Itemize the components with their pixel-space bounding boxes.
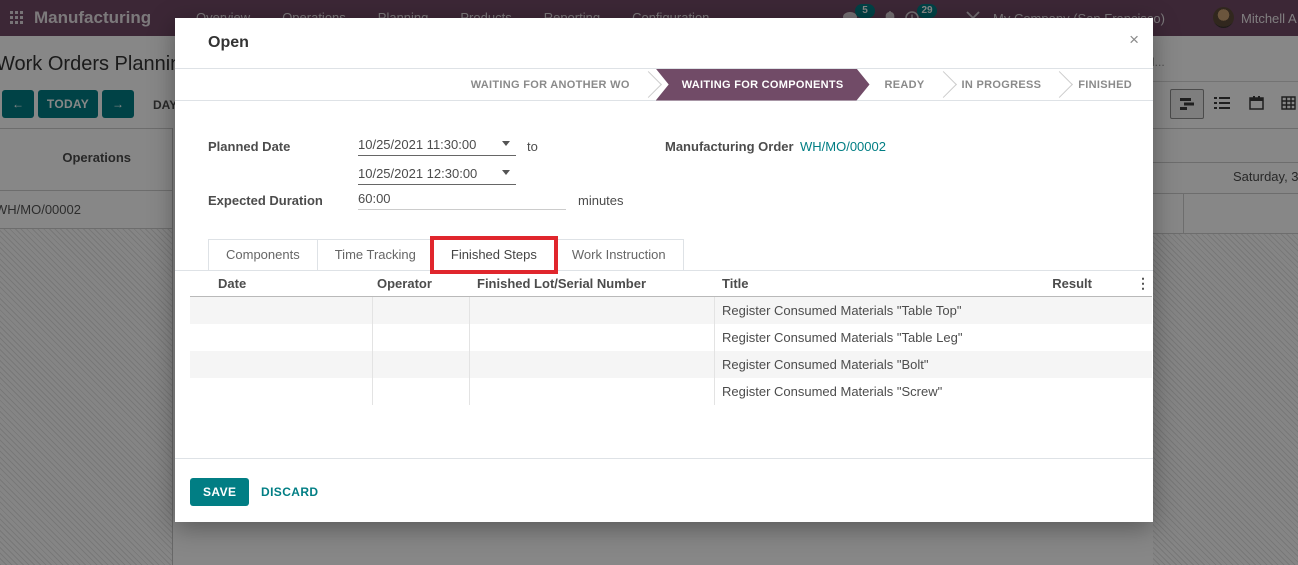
chevron-right-icon: [635, 71, 662, 98]
caret-down-icon[interactable]: [502, 141, 510, 146]
table-row[interactable]: Register Consumed Materials "Screw": [190, 378, 1152, 405]
table-row[interactable]: Register Consumed Materials "Table Top": [190, 297, 1152, 324]
expected-duration-label: Expected Duration: [208, 193, 323, 208]
to-label: to: [527, 139, 538, 154]
cell-lot[interactable]: [470, 297, 715, 324]
statusbar: WAITING FOR ANOTHER WO WAITING FOR COMPO…: [175, 69, 1153, 101]
expected-duration-input[interactable]: 60:00: [358, 191, 566, 210]
header-result[interactable]: Result: [1045, 276, 1102, 291]
cell-operator[interactable]: [373, 297, 470, 324]
cell-date[interactable]: [190, 297, 373, 324]
stage-in-progress[interactable]: IN PROGRESS: [962, 79, 1042, 91]
tab-time-tracking[interactable]: Time Tracking: [317, 239, 434, 271]
cell-date[interactable]: [190, 324, 373, 351]
header-title[interactable]: Title: [715, 276, 1045, 291]
caret-down-icon[interactable]: [502, 170, 510, 175]
planned-date-label: Planned Date: [208, 139, 290, 154]
chevron-right-icon: [930, 71, 957, 98]
optional-columns-icon[interactable]: ⋮: [1136, 275, 1150, 291]
finished-steps-table: Date Operator Finished Lot/Serial Number…: [190, 271, 1152, 405]
discard-button[interactable]: DISCARD: [261, 485, 318, 499]
close-icon[interactable]: ×: [1129, 30, 1139, 50]
stage-ready[interactable]: READY: [885, 79, 925, 91]
table-header-row: Date Operator Finished Lot/Serial Number…: [190, 271, 1152, 297]
cell-date[interactable]: [190, 351, 373, 378]
cell-lot[interactable]: [470, 351, 715, 378]
table-row[interactable]: Register Consumed Materials "Table Leg": [190, 324, 1152, 351]
tab-components[interactable]: Components: [208, 239, 318, 271]
cell-operator[interactable]: [373, 351, 470, 378]
save-button[interactable]: SAVE: [190, 478, 249, 506]
stage-waiting-another-wo[interactable]: WAITING FOR ANOTHER WO: [471, 79, 630, 91]
header-operator[interactable]: Operator: [373, 276, 470, 291]
stage-finished[interactable]: FINISHED: [1078, 79, 1132, 91]
notebook-tabs: Components Time Tracking Finished Steps …: [175, 239, 1153, 271]
expected-duration-value: 60:00: [358, 191, 391, 206]
dialog-title: Open: [208, 34, 249, 52]
manufacturing-order-link[interactable]: WH/MO/00002: [800, 139, 886, 154]
cell-lot[interactable]: [470, 324, 715, 351]
cell-operator[interactable]: [373, 378, 470, 405]
planned-date-start-input[interactable]: 10/25/2021 11:30:00: [358, 137, 516, 156]
header-date[interactable]: Date: [190, 276, 373, 291]
table-row[interactable]: Register Consumed Materials "Bolt": [190, 351, 1152, 378]
planned-date-end-input[interactable]: 10/25/2021 12:30:00: [358, 166, 516, 185]
dialog-footer: SAVE DISCARD: [175, 458, 1153, 523]
open-work-order-dialog: Open × WAITING FOR ANOTHER WO WAITING FO…: [175, 18, 1153, 522]
cell-title[interactable]: Register Consumed Materials "Table Top": [715, 303, 1045, 318]
stage-waiting-components-active[interactable]: WAITING FOR COMPONENTS: [656, 69, 870, 101]
cell-date[interactable]: [190, 378, 373, 405]
planned-date-end-value: 10/25/2021 12:30:00: [358, 166, 477, 181]
screen: Manufacturing Overview Operations Planni…: [0, 0, 1298, 565]
cell-operator[interactable]: [373, 324, 470, 351]
cell-lot[interactable]: [470, 378, 715, 405]
tab-finished-steps[interactable]: Finished Steps: [433, 239, 555, 271]
cell-title[interactable]: Register Consumed Materials "Table Leg": [715, 330, 1045, 345]
cell-title[interactable]: Register Consumed Materials "Bolt": [715, 357, 1045, 372]
chevron-right-icon: [1046, 71, 1073, 98]
duration-unit-label: minutes: [578, 193, 624, 208]
tab-work-instruction[interactable]: Work Instruction: [554, 239, 684, 271]
planned-date-start-value: 10/25/2021 11:30:00: [358, 137, 476, 152]
manufacturing-order-label: Manufacturing Order: [665, 139, 794, 154]
header-lot-serial[interactable]: Finished Lot/Serial Number: [470, 276, 715, 291]
cell-title[interactable]: Register Consumed Materials "Screw": [715, 384, 1045, 399]
